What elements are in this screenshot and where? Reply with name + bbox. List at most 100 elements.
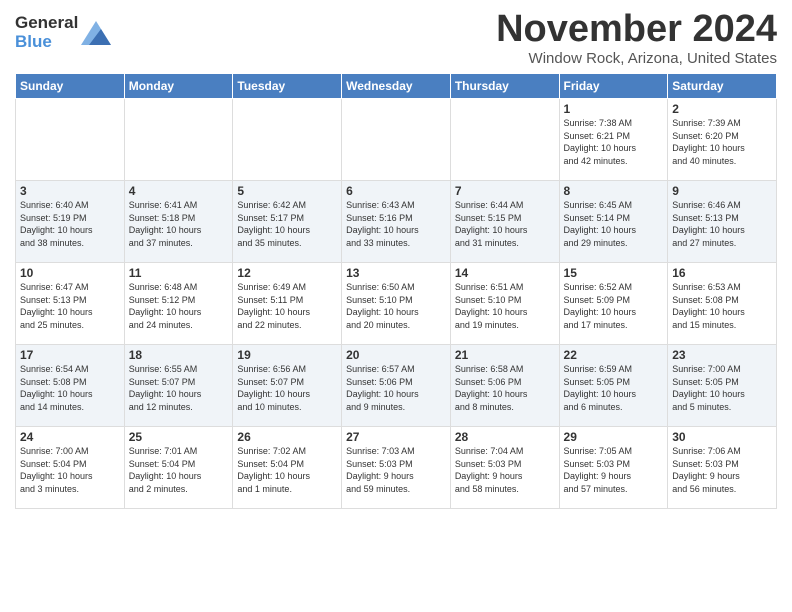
day-info: Sunrise: 6:42 AM Sunset: 5:17 PM Dayligh… [237, 199, 337, 249]
weekday-header-row: Sunday Monday Tuesday Wednesday Thursday… [16, 74, 777, 99]
day-number: 22 [564, 348, 664, 362]
day-info: Sunrise: 6:53 AM Sunset: 5:08 PM Dayligh… [672, 281, 772, 331]
day-number: 1 [564, 102, 664, 116]
day-info: Sunrise: 6:48 AM Sunset: 5:12 PM Dayligh… [129, 281, 229, 331]
week-row-3: 10Sunrise: 6:47 AM Sunset: 5:13 PM Dayli… [16, 263, 777, 345]
day-info: Sunrise: 7:39 AM Sunset: 6:20 PM Dayligh… [672, 117, 772, 167]
table-row: 29Sunrise: 7:05 AM Sunset: 5:03 PM Dayli… [559, 427, 668, 509]
day-info: Sunrise: 7:00 AM Sunset: 5:04 PM Dayligh… [20, 445, 120, 495]
table-row: 22Sunrise: 6:59 AM Sunset: 5:05 PM Dayli… [559, 345, 668, 427]
day-info: Sunrise: 7:38 AM Sunset: 6:21 PM Dayligh… [564, 117, 664, 167]
table-row [450, 99, 559, 181]
month-title: November 2024 [496, 10, 777, 48]
logo-line2: Blue [15, 33, 78, 52]
day-number: 20 [346, 348, 446, 362]
day-info: Sunrise: 6:49 AM Sunset: 5:11 PM Dayligh… [237, 281, 337, 331]
location-subtitle: Window Rock, Arizona, United States [496, 50, 777, 67]
table-row: 10Sunrise: 6:47 AM Sunset: 5:13 PM Dayli… [16, 263, 125, 345]
day-number: 21 [455, 348, 555, 362]
title-area: November 2024 Window Rock, Arizona, Unit… [496, 10, 777, 67]
table-row: 17Sunrise: 6:54 AM Sunset: 5:08 PM Dayli… [16, 345, 125, 427]
table-row: 25Sunrise: 7:01 AM Sunset: 5:04 PM Dayli… [124, 427, 233, 509]
day-number: 12 [237, 266, 337, 280]
day-info: Sunrise: 6:41 AM Sunset: 5:18 PM Dayligh… [129, 199, 229, 249]
col-saturday: Saturday [668, 74, 777, 99]
table-row: 23Sunrise: 7:00 AM Sunset: 5:05 PM Dayli… [668, 345, 777, 427]
day-number: 3 [20, 184, 120, 198]
table-row [233, 99, 342, 181]
day-info: Sunrise: 6:59 AM Sunset: 5:05 PM Dayligh… [564, 363, 664, 413]
day-number: 27 [346, 430, 446, 444]
day-number: 9 [672, 184, 772, 198]
table-row [16, 99, 125, 181]
day-number: 18 [129, 348, 229, 362]
table-row: 4Sunrise: 6:41 AM Sunset: 5:18 PM Daylig… [124, 181, 233, 263]
calendar-table: Sunday Monday Tuesday Wednesday Thursday… [15, 73, 777, 509]
week-row-2: 3Sunrise: 6:40 AM Sunset: 5:19 PM Daylig… [16, 181, 777, 263]
table-row: 27Sunrise: 7:03 AM Sunset: 5:03 PM Dayli… [342, 427, 451, 509]
table-row: 1Sunrise: 7:38 AM Sunset: 6:21 PM Daylig… [559, 99, 668, 181]
day-info: Sunrise: 7:06 AM Sunset: 5:03 PM Dayligh… [672, 445, 772, 495]
day-number: 15 [564, 266, 664, 280]
col-wednesday: Wednesday [342, 74, 451, 99]
day-number: 8 [564, 184, 664, 198]
week-row-4: 17Sunrise: 6:54 AM Sunset: 5:08 PM Dayli… [16, 345, 777, 427]
day-number: 17 [20, 348, 120, 362]
day-number: 29 [564, 430, 664, 444]
table-row: 9Sunrise: 6:46 AM Sunset: 5:13 PM Daylig… [668, 181, 777, 263]
day-info: Sunrise: 6:50 AM Sunset: 5:10 PM Dayligh… [346, 281, 446, 331]
table-row: 7Sunrise: 6:44 AM Sunset: 5:15 PM Daylig… [450, 181, 559, 263]
day-number: 5 [237, 184, 337, 198]
logo-line1: General [15, 14, 78, 33]
col-friday: Friday [559, 74, 668, 99]
day-number: 7 [455, 184, 555, 198]
day-number: 24 [20, 430, 120, 444]
day-info: Sunrise: 6:46 AM Sunset: 5:13 PM Dayligh… [672, 199, 772, 249]
day-info: Sunrise: 7:02 AM Sunset: 5:04 PM Dayligh… [237, 445, 337, 495]
table-row: 5Sunrise: 6:42 AM Sunset: 5:17 PM Daylig… [233, 181, 342, 263]
day-info: Sunrise: 6:44 AM Sunset: 5:15 PM Dayligh… [455, 199, 555, 249]
col-sunday: Sunday [16, 74, 125, 99]
day-number: 13 [346, 266, 446, 280]
table-row: 20Sunrise: 6:57 AM Sunset: 5:06 PM Dayli… [342, 345, 451, 427]
col-tuesday: Tuesday [233, 74, 342, 99]
table-row: 18Sunrise: 6:55 AM Sunset: 5:07 PM Dayli… [124, 345, 233, 427]
table-row: 15Sunrise: 6:52 AM Sunset: 5:09 PM Dayli… [559, 263, 668, 345]
table-row [124, 99, 233, 181]
logo-text: General Blue [15, 14, 111, 51]
day-number: 19 [237, 348, 337, 362]
day-info: Sunrise: 7:00 AM Sunset: 5:05 PM Dayligh… [672, 363, 772, 413]
day-number: 30 [672, 430, 772, 444]
table-row: 24Sunrise: 7:00 AM Sunset: 5:04 PM Dayli… [16, 427, 125, 509]
day-info: Sunrise: 6:58 AM Sunset: 5:06 PM Dayligh… [455, 363, 555, 413]
table-row: 6Sunrise: 6:43 AM Sunset: 5:16 PM Daylig… [342, 181, 451, 263]
logo-icon [81, 21, 111, 45]
day-info: Sunrise: 7:04 AM Sunset: 5:03 PM Dayligh… [455, 445, 555, 495]
week-row-1: 1Sunrise: 7:38 AM Sunset: 6:21 PM Daylig… [16, 99, 777, 181]
day-info: Sunrise: 6:55 AM Sunset: 5:07 PM Dayligh… [129, 363, 229, 413]
logo: General Blue [15, 14, 111, 51]
table-row [342, 99, 451, 181]
table-row: 16Sunrise: 6:53 AM Sunset: 5:08 PM Dayli… [668, 263, 777, 345]
day-info: Sunrise: 6:40 AM Sunset: 5:19 PM Dayligh… [20, 199, 120, 249]
header: General Blue November 2024 Window Rock, … [15, 10, 777, 67]
table-row: 13Sunrise: 6:50 AM Sunset: 5:10 PM Dayli… [342, 263, 451, 345]
day-number: 23 [672, 348, 772, 362]
day-number: 10 [20, 266, 120, 280]
table-row: 30Sunrise: 7:06 AM Sunset: 5:03 PM Dayli… [668, 427, 777, 509]
day-info: Sunrise: 6:52 AM Sunset: 5:09 PM Dayligh… [564, 281, 664, 331]
day-info: Sunrise: 6:57 AM Sunset: 5:06 PM Dayligh… [346, 363, 446, 413]
day-info: Sunrise: 7:01 AM Sunset: 5:04 PM Dayligh… [129, 445, 229, 495]
day-number: 6 [346, 184, 446, 198]
day-info: Sunrise: 6:56 AM Sunset: 5:07 PM Dayligh… [237, 363, 337, 413]
page-container: General Blue November 2024 Window Rock, … [0, 0, 792, 514]
table-row: 21Sunrise: 6:58 AM Sunset: 5:06 PM Dayli… [450, 345, 559, 427]
col-monday: Monday [124, 74, 233, 99]
table-row: 3Sunrise: 6:40 AM Sunset: 5:19 PM Daylig… [16, 181, 125, 263]
table-row: 14Sunrise: 6:51 AM Sunset: 5:10 PM Dayli… [450, 263, 559, 345]
table-row: 8Sunrise: 6:45 AM Sunset: 5:14 PM Daylig… [559, 181, 668, 263]
col-thursday: Thursday [450, 74, 559, 99]
day-info: Sunrise: 6:51 AM Sunset: 5:10 PM Dayligh… [455, 281, 555, 331]
day-info: Sunrise: 6:45 AM Sunset: 5:14 PM Dayligh… [564, 199, 664, 249]
day-number: 11 [129, 266, 229, 280]
